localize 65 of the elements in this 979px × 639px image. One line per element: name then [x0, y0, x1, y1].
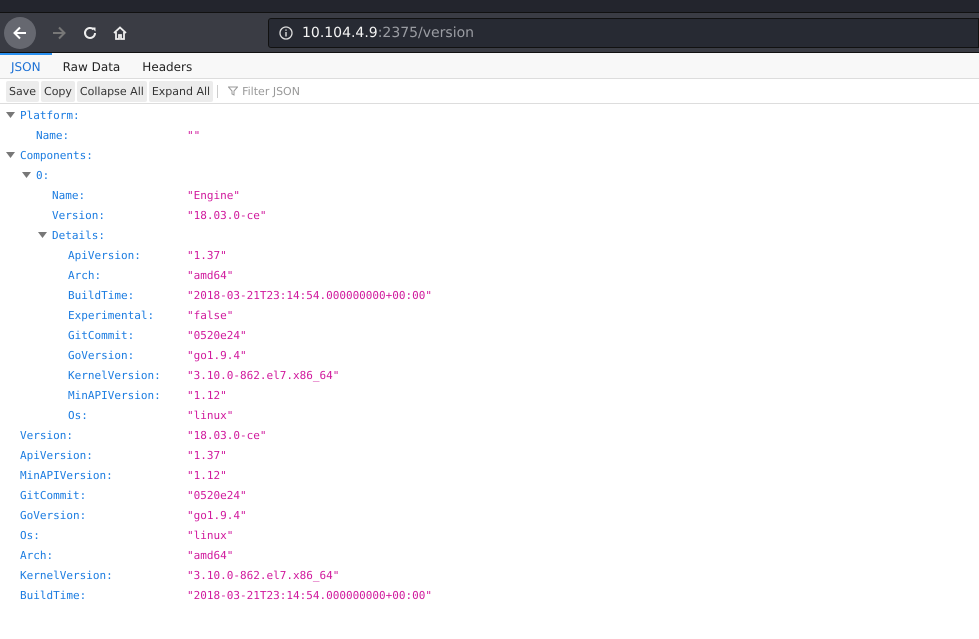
toolbar-button[interactable]: Copy	[41, 80, 75, 102]
json-value: "linux"	[187, 528, 234, 542]
json-key: MinAPIVersion:	[68, 388, 161, 402]
json-value: "Engine"	[187, 188, 240, 202]
url-host: 10.104.4.9	[302, 24, 378, 40]
json-value: "1.12"	[187, 468, 227, 482]
json-value: "amd64"	[187, 268, 234, 282]
json-key: Name:	[36, 128, 70, 142]
json-value: "3.10.0-862.el7.x86_64"	[187, 368, 340, 382]
json-value: "2018-03-21T23:14:54.000000000+00:00"	[187, 288, 432, 302]
address-bar[interactable]: 10.104.4.9:2375/version	[268, 18, 979, 48]
expand-triangle-icon[interactable]	[6, 112, 15, 118]
json-value: "0520e24"	[187, 488, 247, 502]
json-value: "go1.9.4"	[187, 508, 247, 522]
json-value: "18.03.0-ce"	[187, 428, 266, 442]
expand-triangle-icon[interactable]	[22, 172, 31, 178]
json-key: ApiVersion:	[68, 248, 141, 262]
expand-triangle-icon[interactable]	[6, 152, 15, 158]
json-value: "false"	[187, 308, 234, 322]
json-key: Version:	[20, 428, 73, 442]
json-value: ""	[187, 128, 200, 142]
viewer-tab[interactable]: JSON	[0, 53, 52, 78]
reload-icon[interactable]	[82, 24, 98, 40]
home-icon[interactable]	[112, 24, 128, 40]
json-key: Platform:	[20, 108, 80, 122]
funnel-icon	[228, 86, 238, 96]
json-value: "1.37"	[187, 448, 227, 462]
back-button[interactable]	[4, 16, 36, 48]
json-key: Version:	[52, 208, 105, 222]
viewer-tab[interactable]: Headers	[131, 53, 204, 78]
info-icon[interactable]	[279, 26, 293, 40]
json-key: GitCommit:	[68, 328, 134, 342]
json-key: Os:	[20, 528, 40, 542]
toolbar-button[interactable]: Expand All	[148, 80, 214, 102]
json-key: Os:	[68, 408, 88, 422]
viewer-tab[interactable]: Raw Data	[52, 53, 132, 78]
json-value: "1.37"	[187, 248, 227, 262]
json-key: BuildTime:	[68, 288, 134, 302]
json-key: Name:	[52, 188, 86, 202]
json-key: GoVersion:	[20, 508, 86, 522]
json-value: "linux"	[187, 408, 234, 422]
json-value: "3.10.0-862.el7.x86_64"	[187, 568, 340, 582]
json-key: KernelVersion:	[68, 368, 161, 382]
json-key: Experimental:	[68, 308, 154, 322]
expand-triangle-icon[interactable]	[38, 232, 47, 238]
json-value: "18.03.0-ce"	[187, 208, 266, 222]
url-path: :2375/version	[378, 24, 474, 40]
json-key: Components:	[20, 148, 93, 162]
json-key: Arch:	[68, 268, 102, 282]
json-value: "1.12"	[187, 388, 227, 402]
toolbar-button[interactable]: Save	[6, 80, 40, 102]
json-key: ApiVersion:	[20, 448, 93, 462]
json-key: MinAPIVersion:	[20, 468, 113, 482]
json-key: GoVersion:	[68, 348, 134, 362]
json-value: "0520e24"	[187, 328, 247, 342]
json-key: Details:	[52, 228, 105, 242]
json-key: KernelVersion:	[20, 568, 113, 582]
json-value: "go1.9.4"	[187, 348, 247, 362]
json-value: "amd64"	[187, 548, 234, 562]
json-key: BuildTime:	[20, 588, 86, 602]
json-value: "2018-03-21T23:14:54.000000000+00:00"	[187, 588, 432, 602]
json-key: GitCommit:	[20, 488, 86, 502]
json-key: 0:	[36, 168, 50, 182]
json-key: Arch:	[20, 548, 54, 562]
toolbar-button[interactable]: Collapse All	[76, 80, 147, 102]
